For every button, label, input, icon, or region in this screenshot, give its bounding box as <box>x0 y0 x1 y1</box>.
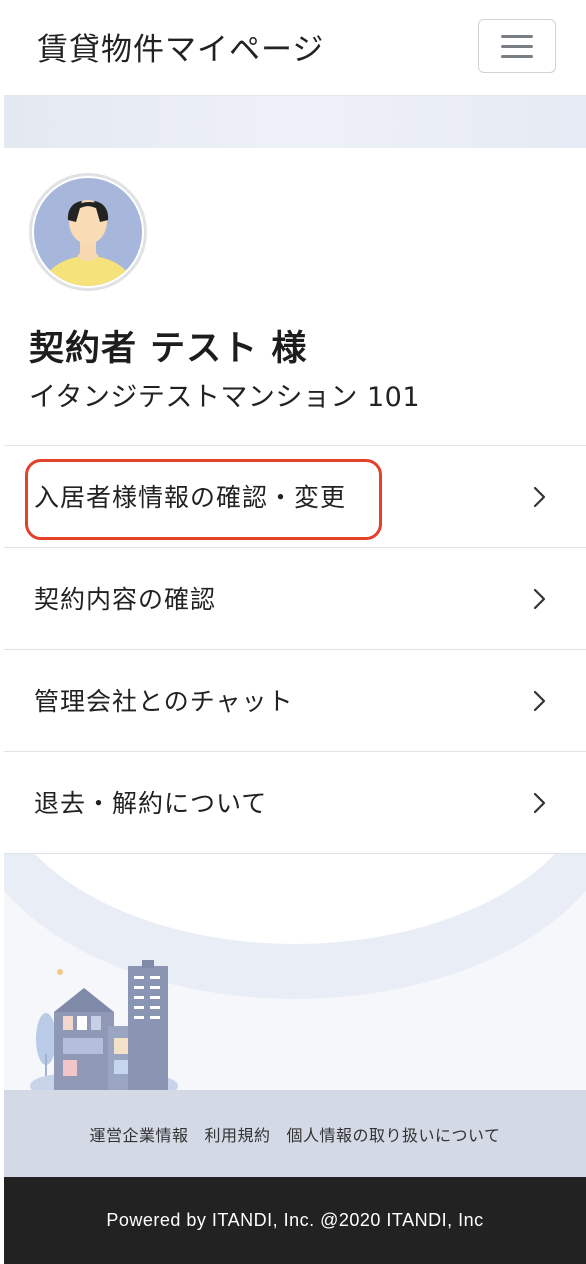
copyright-footer: Powered by ITANDI, Inc. @2020 ITANDI, In… <box>4 1177 586 1264</box>
footer-link-privacy[interactable]: 個人情報の取り扱いについて <box>287 1122 501 1146</box>
chevron-right-icon <box>533 690 546 712</box>
hamburger-menu-button[interactable] <box>478 19 556 73</box>
building-illustration <box>4 854 586 1090</box>
hamburger-icon-bar <box>501 45 533 48</box>
menu-item-moveout[interactable]: 退去・解約について <box>4 752 586 854</box>
page-frame: 賃貸物件マイページ 契約者 テスト 様 イタンジテストマンション 101 入居者… <box>4 0 586 1264</box>
footer-link-terms[interactable]: 利用規約 <box>204 1122 270 1146</box>
menu-item-label: 入居者様情報の確認・変更 <box>34 483 347 512</box>
menu-item-chat[interactable]: 管理会社とのチャット <box>4 650 586 752</box>
chevron-right-icon <box>533 486 546 508</box>
menu-list: 入居者様情報の確認・変更 契約内容の確認 管理会社とのチャット 退去・解約につい… <box>4 446 586 854</box>
footer-links: 運営企業情報 利用規約 個人情報の取り扱いについて <box>4 1090 586 1177</box>
profile-card: 契約者 テスト 様 イタンジテストマンション 101 <box>4 148 586 446</box>
property-name: イタンジテストマンション 101 <box>29 382 421 413</box>
user-avatar-icon <box>34 178 142 286</box>
city-illustration-icon <box>4 854 586 1090</box>
header-band <box>4 96 586 148</box>
app-title: 賃貸物件マイページ <box>37 32 325 68</box>
menu-item-resident-info[interactable]: 入居者様情報の確認・変更 <box>4 446 586 548</box>
menu-item-label: 管理会社とのチャット <box>34 687 294 716</box>
hamburger-icon <box>501 35 533 38</box>
avatar <box>29 173 147 291</box>
menu-item-label: 退去・解約について <box>34 789 268 818</box>
footer-link-company[interactable]: 運営企業情報 <box>89 1122 188 1146</box>
chevron-right-icon <box>533 792 546 814</box>
menu-item-contract[interactable]: 契約内容の確認 <box>4 548 586 650</box>
copyright-text: Powered by ITANDI, Inc. @2020 ITANDI, In… <box>106 1210 484 1230</box>
menu-item-label: 契約内容の確認 <box>34 585 217 614</box>
chevron-right-icon <box>533 588 546 610</box>
user-name: 契約者 テスト 様 <box>29 329 308 369</box>
hamburger-icon-bar <box>501 55 533 58</box>
navbar: 賃貸物件マイページ <box>4 0 586 96</box>
